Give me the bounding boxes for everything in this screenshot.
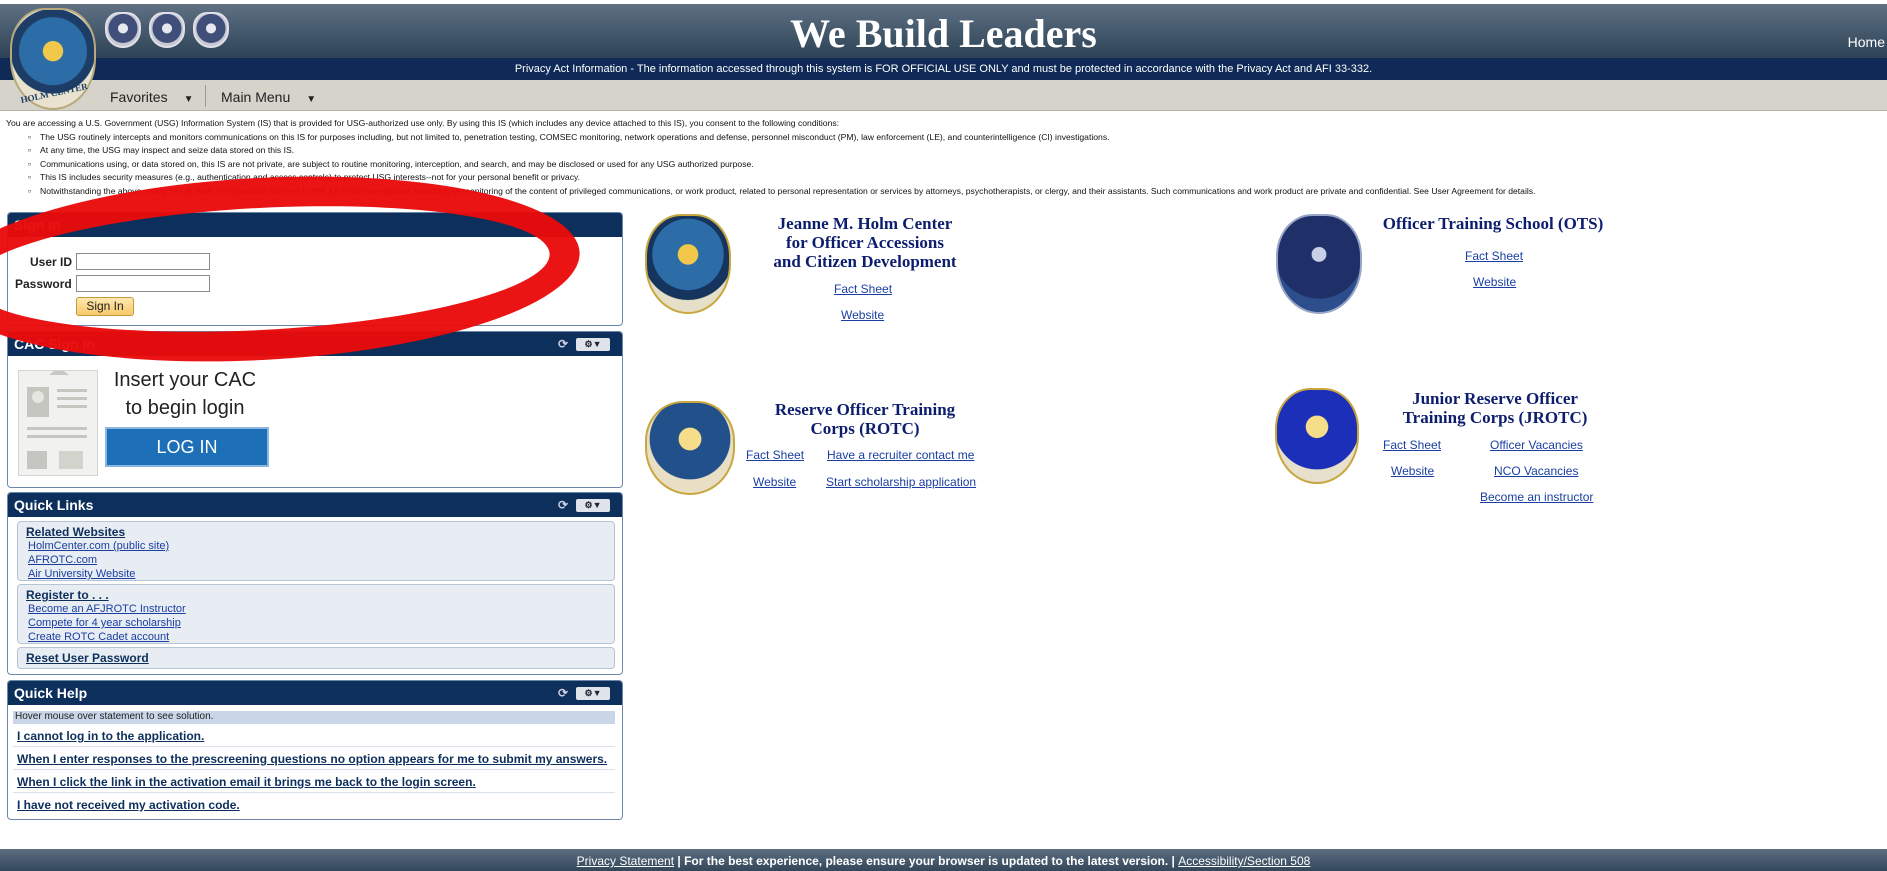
jrotc-mini-seal-icon [193,12,229,48]
ots-mini-seal-icon [105,12,141,48]
rotc-recruiter-link[interactable]: Have a recruiter contact me [827,448,974,462]
panel-tools: ⟳ ⚙▼ [558,686,610,700]
help-item-link[interactable]: When I enter responses to the prescreeni… [17,752,607,766]
rotc-title-line: Corps (ROTC) [810,419,920,438]
privacy-statement-link[interactable]: Privacy Statement [577,854,674,868]
holm-center-seal-icon [645,214,731,314]
afjrotc-instructor-link[interactable]: Become an AFJROTC Instructor [28,602,614,616]
notice-item: The USG routinely intercepts and monitor… [40,131,1876,145]
cac-line-2: to begin login [125,397,245,419]
related-websites-heading[interactable]: Related Websites [26,525,614,539]
jrotc-title-line: Junior Reserve Officer [1412,389,1578,408]
ots-website-link[interactable]: Website [1473,275,1516,289]
jrotc-nco-vacancies-link[interactable]: NCO Vacancies [1494,464,1578,478]
gear-menu-button[interactable]: ⚙▼ [576,337,610,351]
rotc-scholarship-link[interactable]: Start scholarship application [826,475,976,489]
holm-center-title: Jeanne M. Holm Center for Officer Access… [745,214,985,271]
jrotc-officer-vacancies-link[interactable]: Officer Vacancies [1490,438,1583,452]
help-item-link[interactable]: When I click the link in the activation … [17,775,476,789]
accessibility-link[interactable]: Accessibility/Section 508 [1178,854,1310,868]
refresh-icon[interactable]: ⟳ [558,337,568,351]
chevron-down-icon: ▼ [306,94,317,105]
quick-help-hint: Hover mouse over statement to see soluti… [13,711,615,724]
cac-login-button[interactable]: LOG IN [105,427,269,467]
menu-bar: Favorites ▼ Main Menu ▼ [0,80,1887,111]
rotc-title: Reserve Officer Training Corps (ROTC) [755,400,975,438]
help-item[interactable]: I have not received my activation code. [13,794,615,816]
favorites-label: Favorites [110,89,168,105]
title-bar: We Build Leaders Home [0,4,1887,58]
quick-links-title: Quick Links [14,497,94,513]
reset-password-link[interactable]: Reset User Password [26,651,614,665]
related-websites-group: Related Websites HolmCenter.com (public … [17,521,615,581]
refresh-icon[interactable]: ⟳ [558,498,568,512]
footer: Privacy Statement | For the best experie… [0,849,1887,871]
site-header: We Build Leaders Home Privacy Act Inform… [0,0,1887,115]
panel-tools: ⟳ ⚙▼ [558,498,610,512]
gear-menu-button[interactable]: ⚙▼ [576,498,610,512]
page-title: We Build Leaders [790,11,1097,56]
jrotc-seal-icon [1275,388,1359,484]
refresh-icon[interactable]: ⟳ [558,686,568,700]
jrotc-title: Junior Reserve Officer Training Corps (J… [1385,389,1605,427]
favorites-menu[interactable]: Favorites ▼ [110,89,193,105]
gear-menu-button[interactable]: ⚙▼ [576,686,610,700]
notice-item: Communications using, or data stored on,… [40,158,1876,172]
rotc-cadet-account-link[interactable]: Create ROTC Cadet account [28,630,614,644]
holmcenter-link[interactable]: HolmCenter.com (public site) [28,539,614,553]
quick-help-panel: Quick Help ⟳ ⚙▼ Hover mouse over stateme… [7,680,623,820]
rotc-seal-icon [645,401,735,495]
main-menu[interactable]: Main Menu ▼ [221,89,316,105]
holm-website-link[interactable]: Website [841,308,884,322]
quick-links-header: Quick Links ⟳ ⚙▼ [8,493,622,517]
ots-seal-icon [1276,214,1362,314]
menu-divider [205,85,206,107]
footer-text: | For the best experience, please ensure… [674,854,1179,868]
holm-center-logo: HOLM CENTER [10,8,96,110]
help-item-link[interactable]: I have not received my activation code. [17,798,240,812]
rotc-website-link[interactable]: Website [753,475,796,489]
ots-fact-sheet-link[interactable]: Fact Sheet [1465,249,1523,263]
rotc-fact-sheet-link[interactable]: Fact Sheet [746,448,804,462]
help-item[interactable]: When I click the link in the activation … [13,771,615,793]
quick-links-panel: Quick Links ⟳ ⚙▼ Related Websites HolmCe… [7,492,623,675]
reset-password-group: Reset User Password [17,647,615,669]
main-menu-label: Main Menu [221,89,291,105]
help-item[interactable]: I cannot log in to the application. [13,725,615,747]
holm-fact-sheet-link[interactable]: Fact Sheet [834,282,892,296]
help-item[interactable]: When I enter responses to the prescreeni… [13,748,615,770]
scholarship-link[interactable]: Compete for 4 year scholarship [28,616,614,630]
cac-instructions: Insert your CAC to begin login [110,366,260,422]
jrotc-title-line: Training Corps (JROTC) [1402,408,1588,427]
notice-item: At any time, the USG may inspect and sei… [40,144,1876,158]
home-link[interactable]: Home [1848,34,1885,50]
holm-title-line: Jeanne M. Holm Center [777,214,953,233]
ots-title: Officer Training School (OTS) [1382,214,1604,233]
cac-line-1: Insert your CAC [113,369,257,391]
privacy-banner: Privacy Act Information - The informatio… [0,58,1887,80]
jrotc-instructor-link[interactable]: Become an instructor [1480,490,1593,504]
privacy-text: Privacy Act Information - The informatio… [514,63,1373,75]
holm-title-line: and Citizen Development [773,252,957,271]
register-heading[interactable]: Register to . . . [26,588,614,602]
quick-help-header: Quick Help ⟳ ⚙▼ [8,681,622,705]
holm-title-line: for Officer Accessions [786,233,944,252]
notice-intro: You are accessing a U.S. Government (USG… [6,118,840,128]
rotc-mini-seal-icon [149,12,185,48]
jrotc-website-link[interactable]: Website [1391,464,1434,478]
rotc-title-line: Reserve Officer Training [774,400,956,419]
afrotc-link[interactable]: AFROTC.com [28,553,614,567]
air-university-link[interactable]: Air University Website [28,567,614,581]
register-group: Register to . . . Become an AFJROTC Inst… [17,584,615,644]
jrotc-fact-sheet-link[interactable]: Fact Sheet [1383,438,1441,452]
quick-help-title: Quick Help [14,685,88,701]
help-item-link[interactable]: I cannot log in to the application. [17,729,204,743]
cac-card-icon [18,367,98,476]
panel-tools: ⟳ ⚙▼ [558,337,610,351]
chevron-down-icon: ▼ [183,94,194,105]
